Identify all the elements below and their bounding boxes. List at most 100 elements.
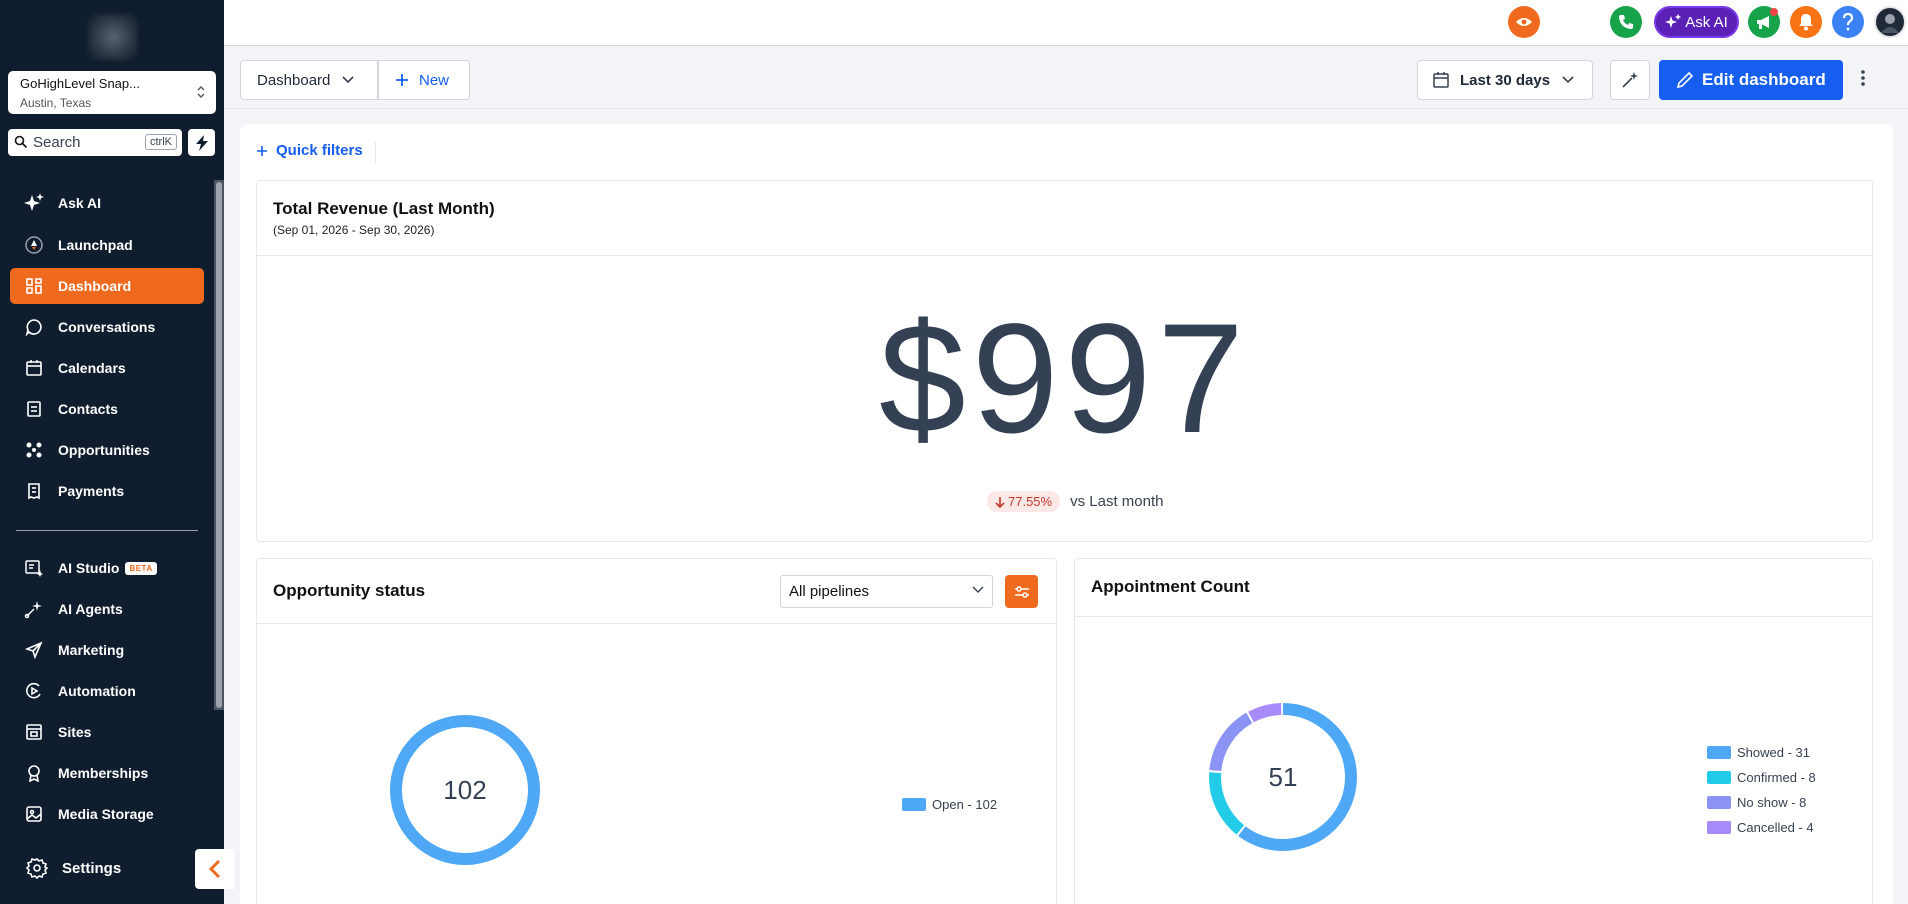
eye-icon — [1516, 18, 1532, 26]
sidebar: GoHighLevel Snap... Austin, Texas Search… — [0, 0, 224, 904]
sidebar-item-label: Sites — [58, 724, 92, 740]
ask-ai-button[interactable]: Ask AI — [1654, 6, 1739, 38]
sidebar-scrollbar-thumb[interactable] — [216, 182, 222, 708]
automation-icon — [22, 679, 46, 703]
sidebar-item-label: Conversations — [58, 319, 156, 335]
chevron-down-icon — [1562, 76, 1574, 84]
widget-title: Opportunity status — [273, 581, 426, 600]
opportunities-icon — [22, 438, 46, 462]
legend-item[interactable]: Confirmed - 8 — [1707, 770, 1816, 785]
legend-item[interactable]: No show - 8 — [1707, 795, 1816, 810]
legend-swatch — [902, 798, 926, 811]
dashboard-toolbar: Dashboard New Last 30 days Edit dashboar… — [224, 47, 1908, 109]
sidebar-item-label: Contacts — [58, 401, 118, 417]
sidebar-item-opportunities[interactable]: Opportunities — [10, 432, 204, 468]
quick-action-button[interactable] — [188, 129, 215, 156]
sidebar-item-label: AI Studio — [58, 560, 120, 576]
legend-item[interactable]: Showed - 31 — [1707, 745, 1816, 760]
sidebar-item-label: Memberships — [58, 765, 149, 781]
sidebar-item-launchpad[interactable]: Launchpad — [10, 227, 204, 263]
sidebar-item-media-storage[interactable]: Media Storage — [10, 796, 204, 832]
magic-wand-button[interactable] — [1610, 60, 1650, 100]
notifications-button[interactable] — [1790, 6, 1822, 38]
avatar[interactable] — [1874, 6, 1906, 38]
search-input[interactable]: Search ctrlK — [8, 129, 182, 156]
account-location: Austin, Texas — [20, 96, 92, 110]
filter-button[interactable] — [1005, 575, 1038, 608]
edit-dashboard-label: Edit dashboard — [1702, 70, 1826, 89]
date-range-picker[interactable]: Last 30 days — [1417, 60, 1593, 100]
company-logo — [88, 14, 138, 60]
edit-dashboard-button[interactable]: Edit dashboard — [1659, 60, 1843, 100]
sidebar-item-label: Launchpad — [58, 237, 133, 253]
sidebar-divider — [16, 530, 198, 531]
appointment-count-widget: Appointment Count 51 Showed - 31 Confirme… — [1074, 558, 1873, 904]
contacts-icon — [22, 397, 46, 421]
account-name: GoHighLevel Snap... — [20, 76, 140, 91]
phone-icon — [1619, 15, 1633, 29]
calendar-icon — [22, 356, 46, 380]
more-options-icon[interactable] — [1860, 69, 1866, 87]
legend-item[interactable]: Cancelled - 4 — [1707, 820, 1816, 835]
date-range-label: Last 30 days — [1460, 71, 1551, 89]
legend-label: Confirmed - 8 — [1737, 770, 1816, 785]
sidebar-item-automation[interactable]: Automation — [10, 673, 204, 709]
sidebar-item-ai-agents[interactable]: AI Agents — [10, 591, 204, 627]
account-switcher[interactable]: GoHighLevel Snap... Austin, Texas — [8, 71, 216, 114]
sidebar-item-dashboard[interactable]: Dashboard — [10, 268, 204, 304]
question-icon — [1842, 13, 1854, 31]
sparkles-icon — [22, 191, 46, 215]
legend-swatch — [1707, 821, 1731, 834]
sidebar-item-label: Automation — [58, 683, 136, 699]
legend-label: Showed - 31 — [1737, 745, 1810, 760]
calendar-icon — [1433, 72, 1449, 88]
beta-badge: BETA — [125, 561, 157, 575]
change-comparison: vs Last month — [1070, 493, 1164, 510]
sort-icon — [197, 86, 205, 98]
arrow-down-icon — [995, 496, 1005, 508]
help-button[interactable] — [1832, 6, 1864, 38]
sidebar-item-conversations[interactable]: Conversations — [10, 309, 204, 345]
rocket-icon — [22, 233, 46, 257]
phone-button[interactable] — [1610, 6, 1642, 38]
sidebar-item-marketing[interactable]: Marketing — [10, 632, 204, 668]
sidebar-item-ai-studio[interactable]: AI Studio BETA — [10, 550, 204, 586]
sidebar-item-calendars[interactable]: Calendars — [10, 350, 204, 386]
preview-button[interactable] — [1508, 6, 1540, 38]
change-badge: 77.55% — [987, 491, 1061, 512]
user-icon — [1881, 14, 1899, 33]
sidebar-item-label: Dashboard — [58, 278, 132, 294]
dashboard-selector[interactable]: Dashboard — [240, 60, 378, 100]
sidebar-item-settings[interactable]: Settings — [26, 857, 121, 879]
legend-item[interactable]: Open - 102 — [902, 797, 997, 812]
sparkles-icon — [1665, 14, 1682, 28]
ai-agents-icon — [22, 597, 46, 621]
megaphone-icon — [1757, 16, 1769, 29]
ask-ai-label: Ask AI — [1685, 13, 1728, 31]
pipeline-select[interactable]: All pipelines — [780, 575, 993, 608]
sidebar-item-sites[interactable]: Sites — [10, 714, 204, 750]
revenue-value: $997 — [878, 292, 1251, 466]
legend-label: Open - 102 — [932, 797, 998, 812]
widget-divider — [257, 255, 1872, 256]
quick-filters-button[interactable]: Quick filters — [256, 142, 363, 159]
sidebar-item-contacts[interactable]: Contacts — [10, 391, 204, 427]
collapse-sidebar-button[interactable] — [195, 849, 235, 889]
legend-swatch — [1707, 796, 1731, 809]
bell-icon — [1799, 14, 1813, 31]
donut-center-label: 51 — [1269, 762, 1298, 792]
new-dashboard-button[interactable]: New — [378, 60, 470, 100]
sidebar-item-payments[interactable]: Payments — [10, 473, 204, 509]
sidebar-item-label: Payments — [58, 483, 125, 499]
sidebar-item-label: Ask AI — [58, 195, 102, 211]
plus-icon — [257, 145, 267, 156]
new-label: New — [419, 71, 450, 89]
sidebar-item-ask-ai[interactable]: Ask AI — [10, 185, 204, 221]
search-icon — [14, 135, 28, 149]
search-label: Search — [33, 134, 81, 151]
quick-filters-divider — [375, 142, 376, 164]
sites-icon — [22, 720, 46, 744]
quick-filters-label: Quick filters — [276, 142, 363, 159]
search-shortcut: ctrlK — [145, 134, 177, 150]
sidebar-item-memberships[interactable]: Memberships — [10, 755, 204, 791]
